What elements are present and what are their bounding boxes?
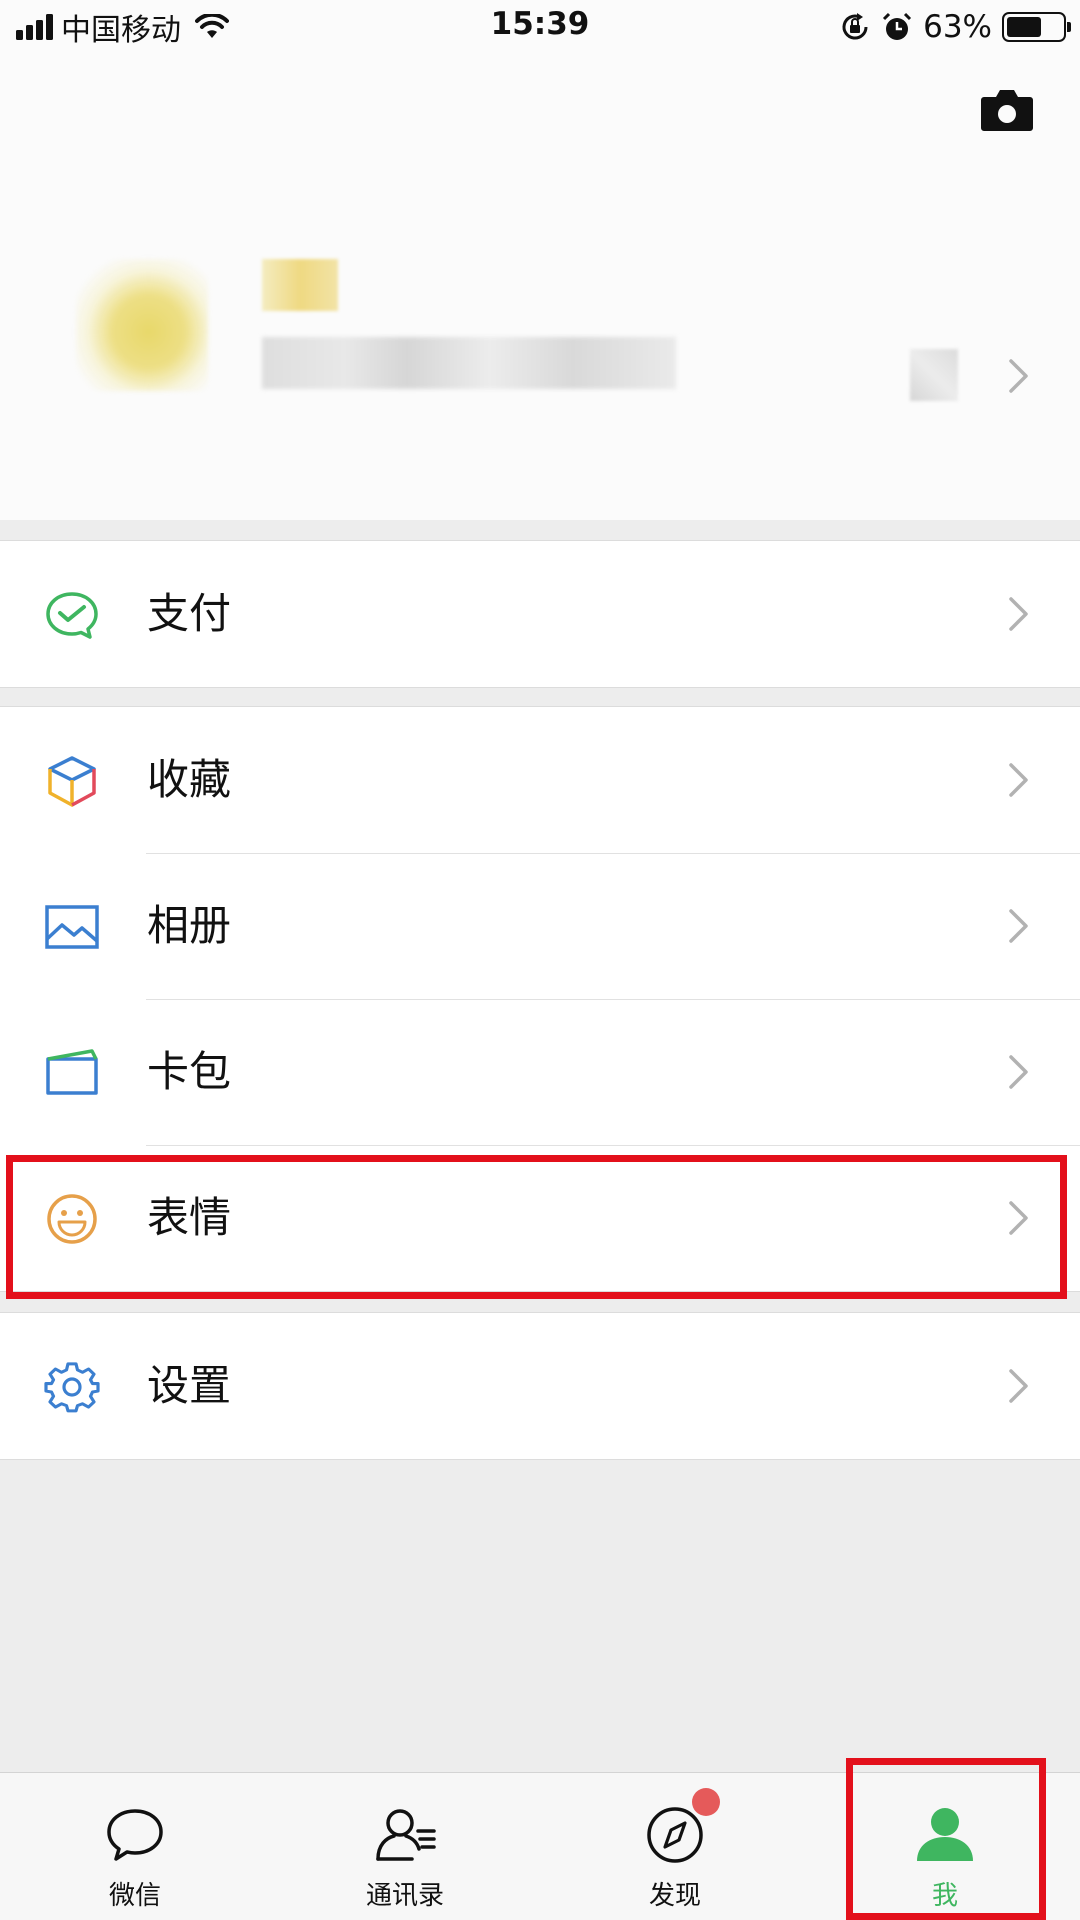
chat-bubble-icon <box>102 1805 168 1865</box>
menu-group-settings: 设置 <box>0 1312 1080 1460</box>
chevron-right-icon <box>1006 1198 1032 1238</box>
menu-group-main: 收藏 相册 卡包 表情 <box>0 706 1080 1292</box>
battery-level-fill <box>1007 17 1042 37</box>
menu-item-label: 收藏 <box>147 755 232 804</box>
contacts-icon <box>372 1805 438 1865</box>
chevron-right-icon <box>1006 356 1032 396</box>
menu-item-pay[interactable]: 支付 <box>0 541 1080 687</box>
tab-chats[interactable]: 微信 <box>0 1773 270 1920</box>
me-person-icon <box>912 1805 978 1865</box>
menu-item-label: 卡包 <box>147 1047 232 1096</box>
menu-item-card-wallet[interactable]: 卡包 <box>0 999 1080 1145</box>
battery-icon <box>1002 12 1071 42</box>
profile-header[interactable] <box>0 54 1080 520</box>
tab-label: 发现 <box>648 1881 701 1911</box>
album-icon <box>44 901 100 953</box>
tab-discover[interactable]: 发现 <box>540 1773 810 1920</box>
battery-percent: 63% <box>923 9 992 45</box>
tab-me[interactable]: 我 <box>810 1773 1080 1920</box>
alarm-icon <box>883 12 912 40</box>
chevron-right-icon <box>1006 1052 1032 1092</box>
sticker-smile-icon <box>44 1193 100 1245</box>
tab-label: 我 <box>931 1881 958 1911</box>
status-bar: 中国移动 15:39 63% <box>0 0 1080 54</box>
chevron-right-icon <box>1006 760 1032 800</box>
tab-contacts[interactable]: 通讯录 <box>270 1773 540 1920</box>
tab-label: 通讯录 <box>365 1881 444 1911</box>
status-right: 63% <box>839 8 1071 46</box>
menu-item-label: 支付 <box>147 589 232 638</box>
card-wallet-icon <box>44 1047 100 1099</box>
avatar[interactable] <box>76 259 208 391</box>
menu-item-label: 相册 <box>147 901 232 950</box>
menu-item-favorites[interactable]: 收藏 <box>0 707 1080 853</box>
menu-item-label: 表情 <box>147 1193 232 1242</box>
menu-item-album[interactable]: 相册 <box>0 853 1080 999</box>
tab-label: 微信 <box>108 1881 161 1911</box>
camera-icon[interactable] <box>980 87 1034 132</box>
chevron-right-icon <box>1006 594 1032 634</box>
menu-item-settings[interactable]: 设置 <box>0 1313 1080 1459</box>
rotation-lock-icon <box>842 13 868 40</box>
settings-gear-icon <box>44 1361 100 1413</box>
menu-group-pay: 支付 <box>0 540 1080 688</box>
wechat-pay-icon <box>44 589 100 641</box>
menu-item-stickers[interactable]: 表情 <box>0 1145 1080 1291</box>
nickname-blurred <box>262 259 338 311</box>
favorites-cube-icon <box>44 755 100 807</box>
qr-code-icon[interactable] <box>910 349 958 401</box>
tab-bar: 微信 通讯录 发现 我 <box>0 1772 1080 1920</box>
wechat-id-blurred <box>262 337 676 389</box>
discover-badge-dot <box>692 1788 720 1816</box>
chevron-right-icon <box>1006 906 1032 946</box>
menu-item-label: 设置 <box>147 1361 232 1410</box>
chevron-right-icon <box>1006 1366 1032 1406</box>
